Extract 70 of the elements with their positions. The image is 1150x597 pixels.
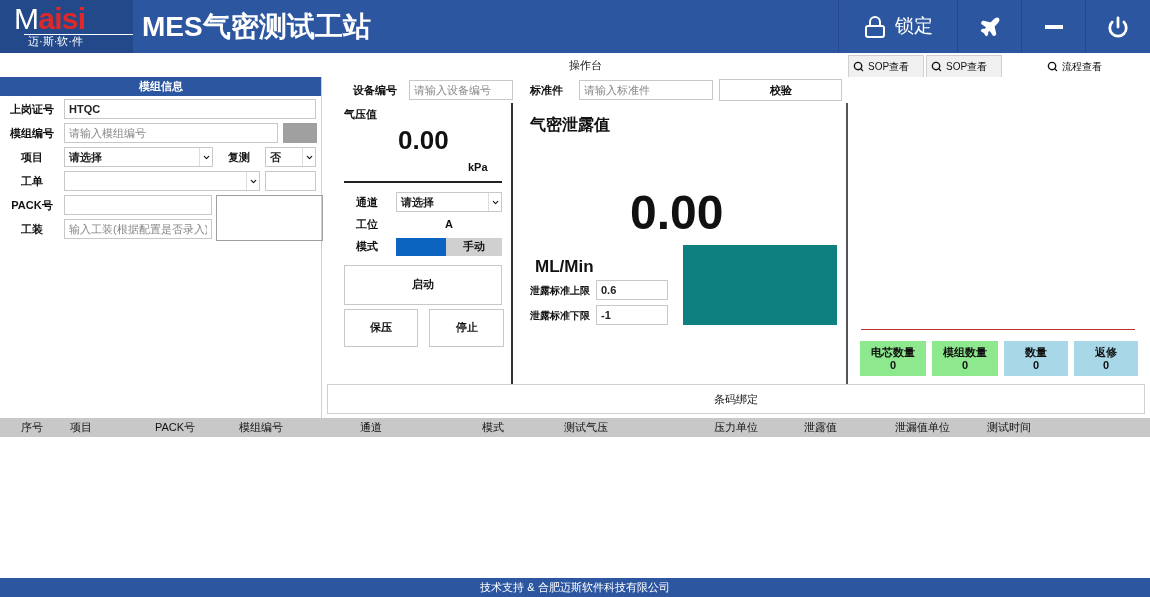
column-header: 模组编号: [239, 420, 284, 436]
airplane-icon: [978, 15, 1001, 38]
console-title: 操作台: [568, 57, 602, 73]
counter-tile: 电芯数量 0: [860, 341, 926, 376]
field-label: 泄露标准上限: [530, 283, 591, 298]
standard-part-field[interactable]: 请输入标准件: [579, 80, 713, 100]
text-field[interactable]: [265, 171, 316, 191]
text-field[interactable]: 请输入模组编号: [64, 123, 278, 143]
counter-tile: 数量 0: [1004, 341, 1068, 376]
status-swatch: [283, 123, 317, 143]
search-icon: [853, 61, 864, 72]
column-header: 测试时间: [987, 420, 1032, 436]
leak-title: 气密泄露值: [530, 115, 611, 135]
lock-button[interactable]: 锁定: [838, 0, 958, 53]
panel-header: 模组信息: [0, 77, 321, 96]
field-label: 上岗证号: [9, 101, 55, 117]
column-header: 泄露值: [804, 420, 838, 436]
column-header: PACK号: [155, 420, 197, 436]
field-label: 通道: [356, 194, 379, 210]
field-label: 工装: [20, 221, 44, 237]
leak-unit: ML/Min: [535, 257, 595, 277]
field-label: 气压值: [344, 107, 378, 122]
tab[interactable]: SOP查看: [926, 55, 1002, 77]
verify-button[interactable]: 校验: [719, 79, 842, 101]
pressure-unit: kPa: [468, 159, 489, 175]
tab[interactable]: SOP查看: [848, 55, 924, 77]
text-field[interactable]: HTQC: [64, 99, 316, 119]
search-icon: [931, 61, 942, 72]
mode-switch[interactable]: 手动: [396, 237, 502, 256]
stop-button[interactable]: 停止: [429, 308, 504, 347]
retest-dropdown[interactable]: 否: [265, 147, 316, 167]
field-label: 工单: [20, 173, 44, 189]
column-header: 模式: [482, 420, 505, 436]
minimize-icon: [1044, 24, 1063, 29]
start-button[interactable]: 启动: [344, 264, 502, 305]
field-label: 复测: [227, 149, 251, 165]
field-label: 模式: [356, 239, 379, 255]
counter-tile: 返修 0: [1074, 341, 1138, 376]
field-label: 工位: [356, 217, 379, 232]
upper-limit-field[interactable]: 0.6: [596, 280, 668, 300]
field-label: 泄露标准下限: [530, 308, 591, 323]
channel-dropdown[interactable]: 请选择: [396, 192, 502, 212]
field-label: PACK号: [10, 197, 54, 213]
field-label: 项目: [20, 149, 44, 165]
field-label: 设备编号: [353, 82, 397, 98]
search-icon: [1046, 60, 1058, 72]
column-header: 泄漏值单位: [895, 420, 951, 436]
device-id-field[interactable]: 请输入设备编号: [409, 80, 513, 100]
lower-limit-field[interactable]: -1: [596, 305, 668, 325]
column-header: 序号: [20, 420, 44, 436]
field-label: 标准件: [530, 82, 563, 98]
logo: Maisi 迈·斯·软·件: [0, 0, 133, 53]
footer-text: 技术支持 & 合肥迈斯软件科技有限公司: [480, 580, 670, 596]
hold-pressure-button[interactable]: 保压: [344, 308, 418, 347]
app-title: MES气密测试工站: [142, 9, 371, 44]
text-field[interactable]: 输入工装(根据配置是否录入): [64, 219, 212, 239]
column-header: 压力单位: [714, 420, 759, 436]
station-value: A: [444, 217, 454, 232]
column-header: 通道: [360, 420, 383, 436]
field-label: 模组编号: [9, 125, 55, 141]
leak-value: 0.00: [630, 187, 725, 239]
counter-tile: 模组数量 0: [932, 341, 998, 376]
barcode-bind-button[interactable]: 条码绑定: [327, 384, 1145, 414]
pressure-value: 0.00: [398, 124, 450, 155]
lock-icon: [863, 14, 887, 39]
project-dropdown[interactable]: 请选择: [64, 147, 213, 167]
text-field[interactable]: [64, 195, 212, 215]
power-icon: [1107, 15, 1129, 38]
column-header: 测试气压: [564, 420, 609, 436]
column-header: 项目: [70, 420, 93, 436]
